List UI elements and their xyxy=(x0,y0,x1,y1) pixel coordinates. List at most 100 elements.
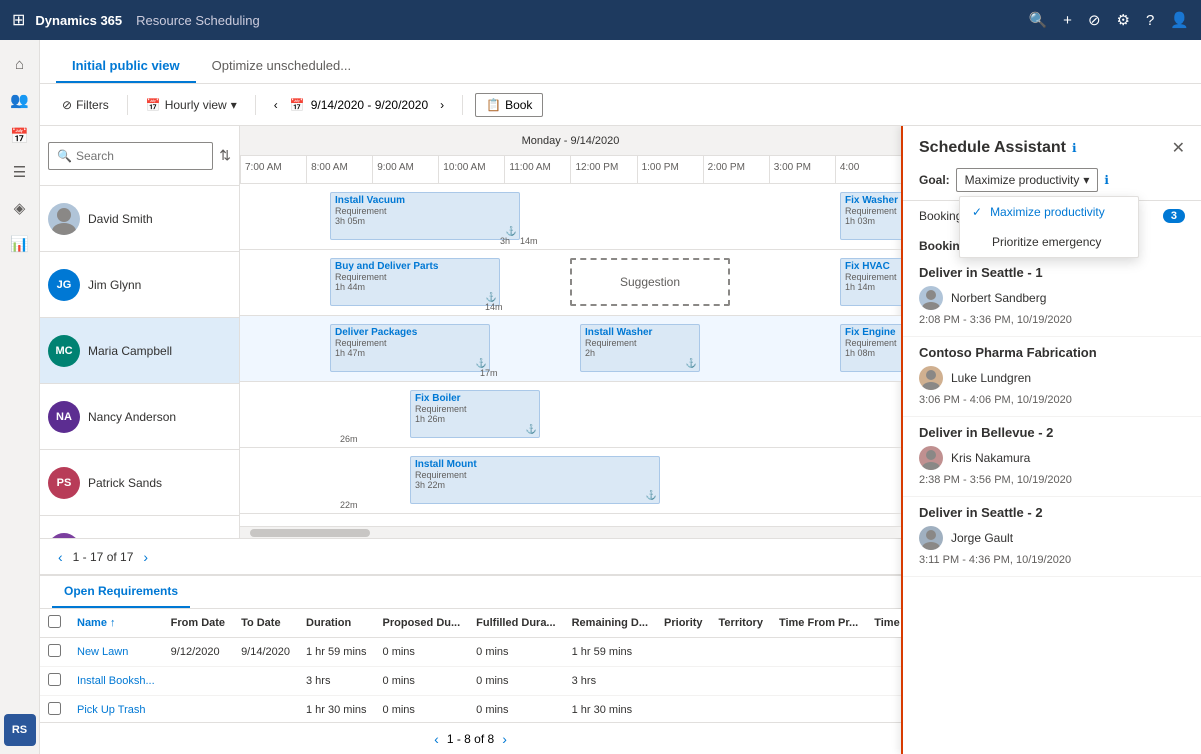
col-proposed[interactable]: Proposed Du... xyxy=(375,609,469,638)
grid-row-na: Fix Boiler Requirement 1h 26m ⚓ Install … xyxy=(240,382,901,448)
tab-open-requirements[interactable]: Open Requirements xyxy=(52,576,190,608)
task-block[interactable]: Buy and Deliver Parts Requirement 1h 44m… xyxy=(330,258,500,306)
person-avatar xyxy=(919,286,943,310)
col-time-from[interactable]: Time From Pr... xyxy=(771,609,866,638)
req-name-link[interactable]: Pick Up Trash xyxy=(77,704,145,716)
task-block[interactable]: Install Vacuum Requirement 3h 05m ⚓ xyxy=(330,192,520,240)
filter-icon[interactable]: ⊘ xyxy=(1088,11,1101,29)
sa-booking-entry: Deliver in Seattle - 1 Norbert Sandberg … xyxy=(903,257,1201,337)
sidebar-resources[interactable]: ☰ xyxy=(4,156,36,188)
resource-row[interactable]: David Smith xyxy=(40,186,239,252)
sa-booking-title: Deliver in Seattle - 1 xyxy=(919,265,1185,280)
row-checkbox[interactable] xyxy=(48,644,61,657)
sort-icon[interactable]: ⇅ xyxy=(219,147,231,164)
sidebar-calendar[interactable]: 📅 xyxy=(4,120,36,152)
sidebar-people[interactable]: 👥 xyxy=(4,84,36,116)
pagination-bar: ‹ 1 - 17 of 17 › xyxy=(40,538,901,574)
help-icon[interactable]: ? xyxy=(1146,12,1154,29)
settings-icon[interactable]: ⚙ xyxy=(1117,11,1130,29)
person-name: Jorge Gault xyxy=(951,531,1013,545)
filters-button[interactable]: ⊘ Filters xyxy=(56,94,115,116)
time-label: 12:00 PM xyxy=(570,156,636,183)
req-priority xyxy=(656,696,711,723)
req-fulfilled: 0 mins xyxy=(468,667,563,696)
time-label: 8:00 AM xyxy=(306,156,372,183)
search-icon[interactable]: 🔍 xyxy=(1028,11,1047,29)
goal-option-emergency[interactable]: Prioritize emergency xyxy=(960,227,1138,257)
goal-option-maximize[interactable]: ✓ Maximize productivity xyxy=(960,197,1138,227)
task-block[interactable]: Fix Washer Requirement 1h 03m ⚓ xyxy=(840,192,901,240)
select-all-checkbox[interactable] xyxy=(48,615,61,628)
tab-optimize[interactable]: Optimize unscheduled... xyxy=(196,48,367,83)
col-fulfilled[interactable]: Fulfilled Dura... xyxy=(468,609,563,638)
tbl-next-button[interactable]: › xyxy=(502,731,507,747)
resource-row[interactable]: JG Jim Glynn xyxy=(40,252,239,318)
col-time-t[interactable]: Time T xyxy=(866,609,901,638)
sa-goal-info-icon[interactable]: ℹ xyxy=(1104,173,1109,187)
grid-row-ps: Install Mount Requirement 3h 22m ⚓ Preve… xyxy=(240,448,901,514)
grid-container: 🔍 ⇅ David Smith xyxy=(40,126,901,538)
date-header: Monday - 9/14/2020 xyxy=(240,126,901,156)
req-proposed: 0 mins xyxy=(375,667,469,696)
sa-booking-person: Luke Lundgren xyxy=(919,366,1185,390)
tbl-prev-button[interactable]: ‹ xyxy=(434,731,439,747)
req-from-date: 9/12/2020 xyxy=(163,638,233,667)
req-remaining: 1 hr 59 mins xyxy=(564,638,656,667)
prev-date-button[interactable]: ‹ xyxy=(268,96,284,114)
search-box[interactable]: 🔍 xyxy=(48,142,213,170)
tab-initial-view[interactable]: Initial public view xyxy=(56,48,196,83)
scrollbar-thumb[interactable] xyxy=(250,529,370,537)
sidebar-chart[interactable]: 📊 xyxy=(4,228,36,260)
person-avatar xyxy=(919,366,943,390)
user-icon[interactable]: 👤 xyxy=(1170,11,1189,29)
col-territory[interactable]: Territory xyxy=(711,609,771,638)
search-input[interactable] xyxy=(76,149,204,163)
horizontal-scrollbar[interactable] xyxy=(240,526,901,538)
req-name-link[interactable]: New Lawn xyxy=(77,646,128,658)
row-checkbox[interactable] xyxy=(48,702,61,715)
row-checkbox[interactable] xyxy=(48,673,61,686)
sa-goal-value: Maximize productivity xyxy=(965,173,1080,187)
task-block[interactable]: Deliver Packages Requirement 1h 47m ⚓ xyxy=(330,324,490,372)
sa-close-button[interactable]: ✕ xyxy=(1172,138,1185,158)
task-block[interactable]: Fix Boiler Requirement 1h 26m ⚓ xyxy=(410,390,540,438)
book-button[interactable]: 📋 Book xyxy=(475,93,543,117)
sa-info-icon[interactable]: ℹ xyxy=(1072,141,1077,155)
sa-goal-dropdown[interactable]: Maximize productivity ▾ xyxy=(956,168,1099,192)
next-page-button[interactable]: › xyxy=(141,547,150,567)
col-from-date[interactable]: From Date xyxy=(163,609,233,638)
resource-row[interactable]: NA Nancy Anderson xyxy=(40,384,239,450)
table-row: Pick Up Trash 1 hr 30 mins 0 mins 0 mins… xyxy=(40,696,901,723)
col-remaining[interactable]: Remaining D... xyxy=(564,609,656,638)
col-duration[interactable]: Duration xyxy=(298,609,375,638)
sa-booking-entry: Deliver in Bellevue - 2 Kris Nakamura 2:… xyxy=(903,417,1201,497)
task-block[interactable]: Install Mount Requirement 3h 22m ⚓ xyxy=(410,456,660,504)
hourly-view-button[interactable]: 📅 Hourly view ▾ xyxy=(140,94,243,116)
resource-row[interactable]: PS Patrick Sands xyxy=(40,450,239,516)
col-priority[interactable]: Priority xyxy=(656,609,711,638)
col-to-date[interactable]: To Date xyxy=(233,609,298,638)
req-duration: 3 hrs xyxy=(298,667,375,696)
top-navigation: ⊞ Dynamics 365 Resource Scheduling 🔍 + ⊘… xyxy=(0,0,1201,40)
goal-dropdown-menu: ✓ Maximize productivity Prioritize emerg… xyxy=(959,196,1139,258)
next-date-button[interactable]: › xyxy=(434,96,450,114)
col-name[interactable]: Name ↑ xyxy=(69,609,163,638)
sa-header: Schedule Assistant ℹ ✕ Goal: Maximize pr… xyxy=(903,126,1201,201)
resource-panel: 🔍 ⇅ David Smith xyxy=(40,126,240,538)
req-from-date xyxy=(163,667,233,696)
task-block[interactable]: Fix Engine Requirement 1h 08m ⚓ xyxy=(840,324,901,372)
sidebar-home[interactable]: ⌂ xyxy=(4,48,36,80)
grid-row-pc xyxy=(240,514,901,526)
req-fulfilled: 0 mins xyxy=(468,638,563,667)
resource-row[interactable]: PC Paul Cannon xyxy=(40,516,239,538)
prev-page-button[interactable]: ‹ xyxy=(56,547,65,567)
task-block[interactable]: Fix HVAC Requirement 1h 14m ⚓ xyxy=(840,258,901,306)
add-icon[interactable]: + xyxy=(1063,12,1072,29)
sidebar-dispatch[interactable]: ◈ xyxy=(4,192,36,224)
resource-row[interactable]: MC Maria Campbell xyxy=(40,318,239,384)
suggestion-block[interactable]: Suggestion xyxy=(570,258,730,306)
resource-list: David Smith JG Jim Glynn MC Maria Campbe… xyxy=(40,186,239,538)
req-name-link[interactable]: Install Booksh... xyxy=(77,675,155,687)
req-proposed: 0 mins xyxy=(375,696,469,723)
task-block[interactable]: Install Washer Requirement 2h ⚓ xyxy=(580,324,700,372)
